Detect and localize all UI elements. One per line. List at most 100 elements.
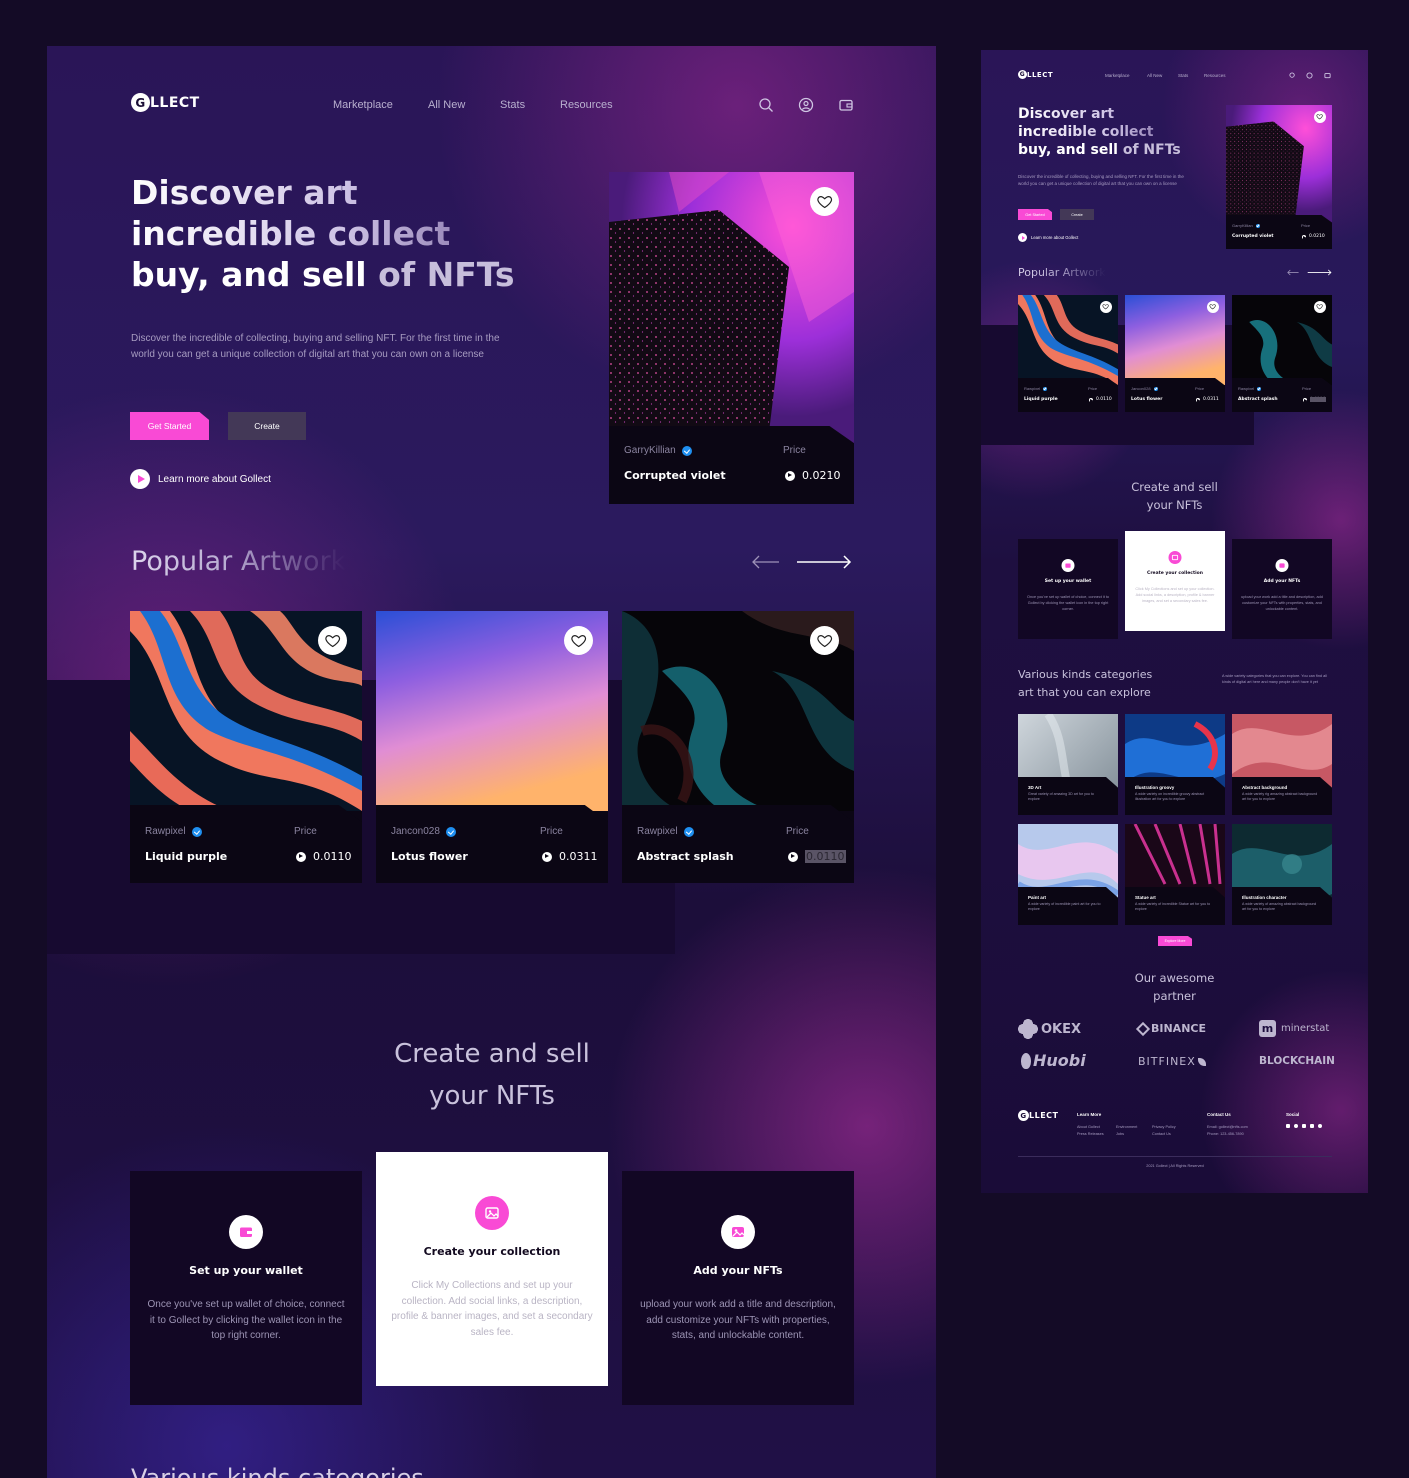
step-description: Once you've set up wallet of choice, con… (1027, 595, 1109, 611)
preview-card-info: Jancon028 Lotus flower Price 0.0311 (1125, 378, 1225, 412)
learn-more-link[interactable]: Learn more about Gollect (130, 469, 271, 489)
preview-nav-marketplace[interactable]: Marketplace (1105, 73, 1130, 78)
creator-name: Jancon028 (391, 826, 440, 837)
categories-title-cut: Various kinds categories (131, 1464, 424, 1478)
category-card[interactable]: Paint art A wide variety of incredible pa… (1018, 824, 1118, 925)
preview-step-add-nfts: Add your NFTs upload your work add a tit… (1232, 539, 1332, 639)
creator-name: Rawpixel (1024, 386, 1041, 391)
search-icon[interactable] (758, 97, 774, 113)
price-amount: 0.0110 (1096, 397, 1112, 402)
partner-okex-label: OKEX (1041, 1021, 1082, 1037)
preview-nav-stats[interactable]: Stats (1178, 73, 1188, 78)
youtube-icon[interactable] (1310, 1124, 1314, 1128)
arrow-right-icon[interactable] (1307, 269, 1332, 276)
nav-marketplace[interactable]: Marketplace (333, 99, 393, 111)
dribbble-icon[interactable] (1318, 1124, 1322, 1128)
favorite-heart-icon[interactable] (810, 626, 839, 655)
explore-more-button[interactable]: Explore More (1158, 936, 1192, 946)
category-card[interactable]: Abstract background A wide variety rig am… (1232, 714, 1332, 815)
price-label: Price (1088, 386, 1098, 391)
footer-link[interactable]: Press Releases (1077, 1132, 1104, 1136)
search-icon[interactable] (1289, 72, 1296, 79)
favorite-heart-icon[interactable] (1100, 301, 1112, 313)
preview-popular-card[interactable]: Rawpixel Liquid purple Price 0.0110 (1018, 295, 1118, 412)
arrow-left-icon[interactable] (1287, 269, 1299, 276)
category-card[interactable]: Statue art A wide variety of incredible S… (1125, 824, 1225, 925)
footer-link[interactable]: Jobs (1116, 1132, 1124, 1136)
partner-huobi: Huobi (1021, 1051, 1086, 1070)
okex-logo-icon (1018, 1019, 1038, 1039)
play-icon (1018, 233, 1027, 242)
get-started-button[interactable]: Get Started (130, 412, 209, 440)
favorite-heart-icon[interactable] (1314, 111, 1326, 123)
preview-learn-more[interactable]: Learn more about Gollect (1018, 233, 1078, 242)
facebook-icon[interactable] (1286, 1124, 1290, 1128)
partner-minerstat-label: minerstat (1281, 1023, 1330, 1034)
footer-link[interactable]: Contact Us (1152, 1132, 1171, 1136)
preview-featured-card[interactable]: GarryKillian Corrupted violet Price 0.02… (1226, 105, 1332, 249)
preview-nav-resources[interactable]: Resources (1204, 73, 1226, 78)
nav-stats[interactable]: Stats (500, 99, 525, 111)
preview-featured-info: GarryKillian Corrupted violet Price 0.02… (1226, 215, 1332, 249)
favorite-heart-icon[interactable] (1207, 301, 1219, 313)
twitter-icon[interactable] (1302, 1124, 1306, 1128)
minerstat-logo-icon: m (1259, 1020, 1276, 1037)
featured-artwork-image (1226, 105, 1332, 223)
footer-email[interactable]: Email: gollect@nfts.com (1207, 1125, 1248, 1129)
category-text: A wide variety rig amazing abstract back… (1242, 792, 1318, 801)
creator-row: Rawpixel (1238, 386, 1262, 391)
favorite-heart-icon[interactable] (1314, 301, 1326, 313)
step-title: Create your collection (423, 1245, 561, 1258)
footer-link[interactable]: About Gollect (1077, 1125, 1100, 1129)
wallet-icon[interactable] (1324, 72, 1331, 79)
category-info: Abstract background A wide variety rig am… (1232, 777, 1332, 815)
partner-binance-label: BINANCE (1151, 1022, 1206, 1035)
footer-link[interactable]: Environment (1116, 1125, 1137, 1129)
preview-brand-logo[interactable]: G LLECT (1018, 70, 1053, 79)
preview-popular-card[interactable]: Rawpixel Abstract splash Price 0.0110 (1232, 295, 1332, 412)
arrow-right-icon[interactable] (796, 554, 852, 570)
preview-create-sell-title: Create and sell your NFTs (1101, 478, 1248, 514)
arrow-left-icon[interactable] (751, 554, 780, 570)
category-card[interactable]: Illustration groovy A wide variety on inc… (1125, 714, 1225, 815)
category-title: Illustration groovy (1135, 785, 1175, 790)
nav-all-new[interactable]: All New (428, 99, 465, 111)
categories-title-line-2: art that you can explore (1018, 686, 1151, 699)
popular-card[interactable]: Jancon028 Lotus flower Price 0.0311 (376, 611, 608, 883)
category-card[interactable]: Illustration character A wide variety of … (1232, 824, 1332, 925)
price-value: 0.0210 (785, 469, 841, 482)
footer-logo[interactable]: G LLECT (1018, 1110, 1059, 1121)
wallet-icon[interactable] (838, 97, 854, 113)
instagram-icon[interactable] (1294, 1124, 1298, 1128)
featured-nft-card[interactable]: GarryKillian Corrupted violet Price 0.02… (609, 172, 854, 504)
footer-phone[interactable]: Phone: 123-456-7890 (1207, 1132, 1244, 1136)
popular-card[interactable]: Rawpixel Abstract splash Price 0.0110 (622, 611, 854, 883)
preview-nav-all-new[interactable]: All New (1147, 73, 1162, 78)
footer-social-heading: Social (1286, 1112, 1300, 1117)
step-description: Click My Collections and set up your col… (1135, 587, 1215, 603)
price-value: 0.0110 (1089, 397, 1112, 403)
preview-popular-card[interactable]: Jancon028 Lotus flower Price 0.0311 (1125, 295, 1225, 412)
creator-row: Rawpixel (1024, 386, 1048, 391)
brand-logo[interactable]: G LLECT (131, 93, 200, 112)
nav-resources[interactable]: Resources (560, 99, 613, 111)
preview-create-line-1: Create and sell (1131, 480, 1218, 494)
preview-card-info: Rawpixel Abstract splash Price 0.0110 (1232, 378, 1332, 412)
user-icon[interactable] (1306, 72, 1313, 79)
category-title: 3D Art (1028, 785, 1042, 790)
create-button[interactable]: Create (228, 412, 306, 440)
user-icon[interactable] (798, 97, 814, 113)
favorite-heart-icon[interactable] (318, 626, 347, 655)
category-card[interactable]: 3D Art Great variety of amazing 3D art fo… (1018, 714, 1118, 815)
favorite-heart-icon[interactable] (564, 626, 593, 655)
footer-link[interactable]: Privacy Policy (1152, 1125, 1176, 1129)
crypto-coin-icon (1196, 397, 1202, 403)
preview-title-line-1: Discover art (1018, 105, 1181, 123)
popular-card[interactable]: Rawpixel Liquid purple Price 0.0110 (130, 611, 362, 883)
partner-okex: OKEX (1018, 1019, 1081, 1039)
artwork-title: Lotus flower (1131, 397, 1163, 402)
favorite-heart-icon[interactable] (810, 187, 839, 216)
preview-get-started-button[interactable]: Get Started (1018, 209, 1052, 220)
hero-title-line-1: Discover art (131, 173, 515, 214)
preview-create-button[interactable]: Create (1060, 209, 1094, 220)
